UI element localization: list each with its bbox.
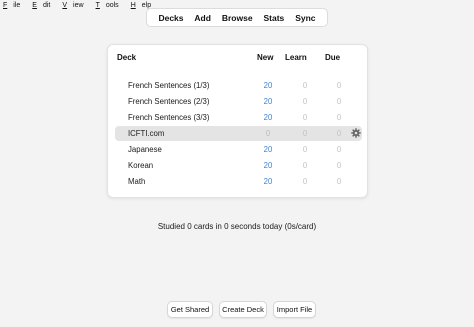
learn-count: 0	[302, 129, 308, 138]
deck-row[interactable]: French Sentences (2/3) 20 0 0	[115, 94, 362, 109]
toolbar-add-button[interactable]: Add	[194, 13, 211, 23]
deck-name[interactable]: French Sentences (3/3)	[128, 113, 209, 122]
learn-count: 0	[302, 161, 308, 170]
deck-name[interactable]: French Sentences (2/3)	[128, 97, 209, 106]
learn-count: 0	[302, 177, 308, 186]
due-count: 0	[336, 145, 342, 154]
study-summary: Studied 0 cards in 0 seconds today (0s/c…	[157, 222, 317, 231]
deck-name[interactable]: Math	[128, 177, 145, 186]
deck-name[interactable]: Japanese	[128, 145, 162, 154]
toolbar-stats-button[interactable]: Stats	[263, 13, 284, 23]
deck-row-selected[interactable]: ICFTI.com 0 0 0	[115, 126, 362, 141]
menu-view[interactable]: View	[62, 2, 89, 9]
new-count: 20	[263, 97, 273, 106]
deck-row[interactable]: Japanese 20 0 0	[115, 142, 362, 157]
get-shared-button[interactable]: Get Shared	[167, 301, 213, 318]
column-header-deck: Deck	[117, 53, 137, 62]
gear-icon[interactable]	[351, 128, 361, 138]
learn-count: 0	[302, 145, 308, 154]
learn-count: 0	[302, 113, 308, 122]
deck-name[interactable]: ICFTI.com	[128, 129, 164, 138]
deck-row[interactable]: French Sentences (3/3) 20 0 0	[115, 110, 362, 125]
import-file-button[interactable]: Import File	[273, 301, 316, 318]
toolbar-decks-button[interactable]: Decks	[158, 13, 183, 23]
new-count: 20	[263, 113, 273, 122]
due-count: 0	[336, 129, 342, 138]
new-count: 20	[263, 177, 273, 186]
deck-name[interactable]: Korean	[128, 161, 153, 170]
deck-row[interactable]: Math 20 0 0	[115, 174, 362, 189]
create-deck-button[interactable]: Create Deck	[219, 301, 267, 318]
new-count: 0	[265, 129, 271, 138]
due-count: 0	[336, 177, 342, 186]
due-count: 0	[336, 161, 342, 170]
column-header-new: New	[257, 53, 274, 62]
new-count: 20	[263, 145, 273, 154]
menu-edit[interactable]: Edit	[32, 2, 56, 9]
menu-file[interactable]: File	[3, 2, 26, 9]
due-count: 0	[336, 81, 342, 90]
main-toolbar: Decks Add Browse Stats Sync	[146, 8, 328, 27]
deck-list-panel: Deck New Learn Due French Sentences (1/3…	[107, 44, 368, 198]
column-header-learn: Learn	[285, 53, 307, 62]
learn-count: 0	[302, 81, 308, 90]
menu-tools[interactable]: Tools	[96, 2, 125, 9]
toolbar-browse-button[interactable]: Browse	[222, 13, 253, 23]
new-count: 20	[263, 161, 273, 170]
deck-row[interactable]: French Sentences (1/3) 20 0 0	[115, 78, 362, 93]
new-count: 20	[263, 81, 273, 90]
learn-count: 0	[302, 97, 308, 106]
deck-name[interactable]: French Sentences (1/3)	[128, 81, 209, 90]
deck-row[interactable]: Korean 20 0 0	[115, 158, 362, 173]
due-count: 0	[336, 97, 342, 106]
toolbar-sync-button[interactable]: Sync	[295, 13, 315, 23]
due-count: 0	[336, 113, 342, 122]
column-header-due: Due	[325, 53, 341, 62]
